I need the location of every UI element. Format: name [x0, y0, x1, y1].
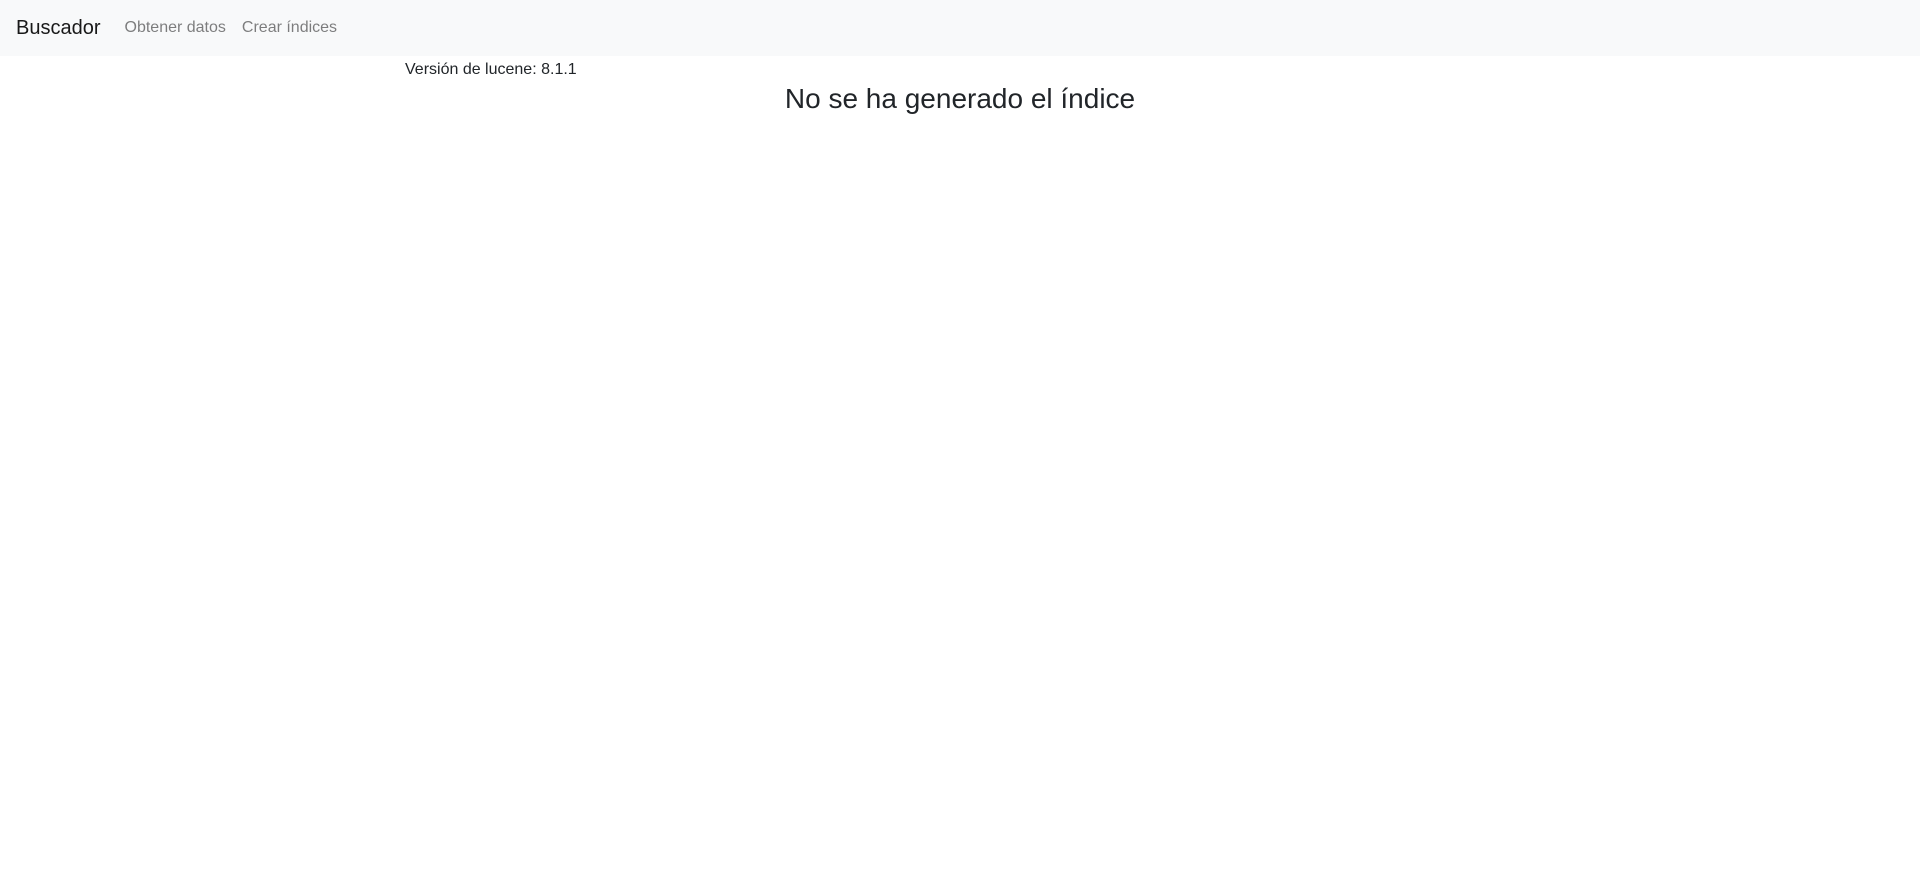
nav-link-crear-indices[interactable]: Crear índices: [242, 16, 337, 40]
page-title: No se ha generado el índice: [784, 83, 1136, 114]
lucene-version-text: Versión de lucene: 8.1.1: [405, 61, 577, 78]
nav-link-obtener-datos[interactable]: Obtener datos: [125, 16, 226, 40]
main-content: Versión de lucene: 8.1.1 No se ha genera…: [405, 56, 1515, 116]
brand-link[interactable]: Buscador: [16, 13, 101, 43]
nav-links: Obtener datos Crear índices: [125, 16, 338, 40]
top-navbar: Buscador Obtener datos Crear índices: [0, 0, 1920, 56]
